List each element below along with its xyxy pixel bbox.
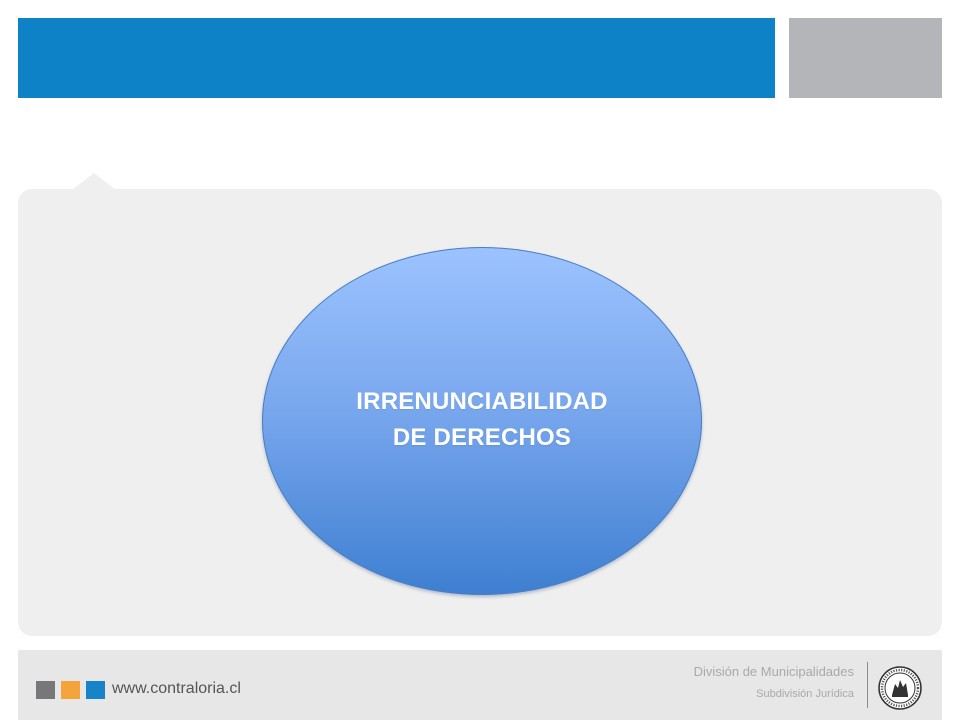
footer-square-blue: [86, 681, 105, 699]
ellipse-line-2: DE DERECHOS: [392, 424, 572, 451]
footer-division: División de Municipalidades: [693, 664, 854, 679]
footer-separator: [867, 662, 868, 708]
top-banner: [18, 18, 775, 98]
ellipse-text: IRRENUNCIABILIDAD DE DERECHOS: [356, 384, 607, 456]
footer-subdivision: Subdivisión Jurídica: [756, 688, 854, 700]
ellipse-line-1: IRRENUNCIABILIDAD: [356, 388, 608, 415]
concept-ellipse: IRRENUNCIABILIDAD DE DERECHOS: [262, 247, 702, 595]
top-gray-block: [789, 18, 942, 98]
footer-square-gray: [36, 681, 55, 699]
footer-url-link[interactable]: www.contraloria.cl: [112, 680, 241, 698]
seal-icon: [877, 665, 923, 711]
footer-square-orange: [61, 681, 80, 699]
panel-notch: [72, 173, 116, 190]
